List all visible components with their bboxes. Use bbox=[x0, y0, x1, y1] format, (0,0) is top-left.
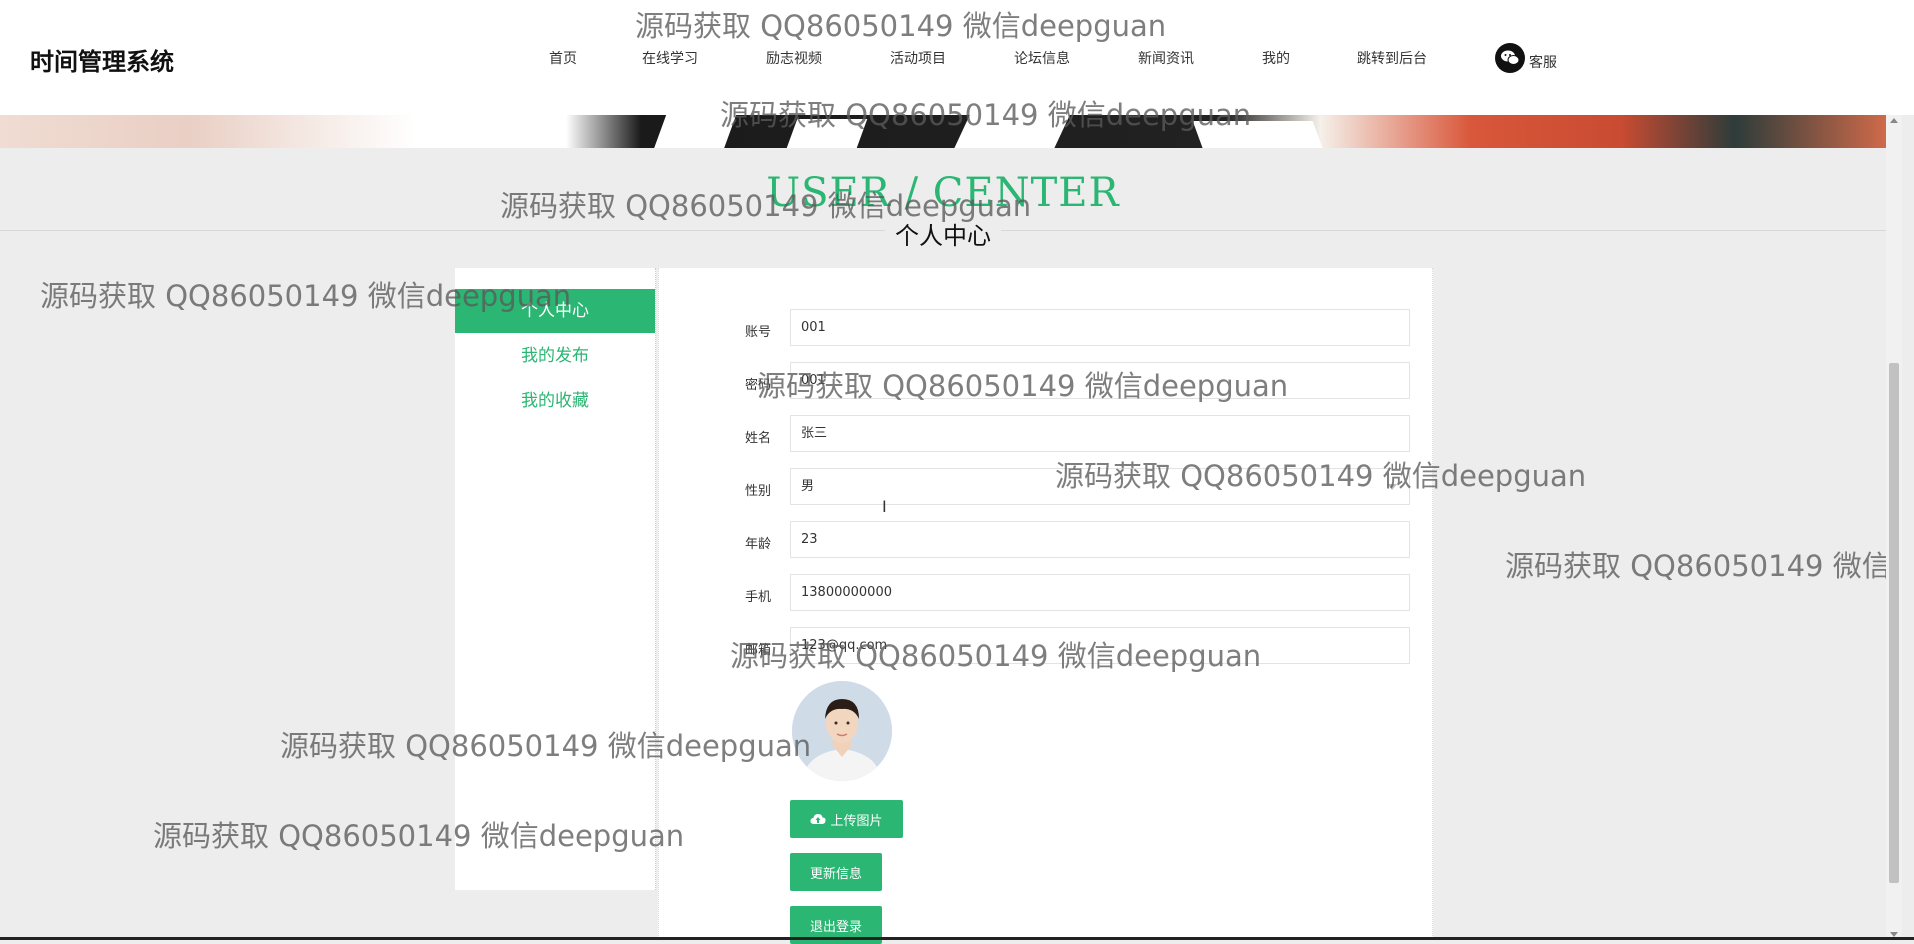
nav-online-learning[interactable]: 在线学习 bbox=[642, 48, 698, 68]
site-brand[interactable]: 时间管理系统 bbox=[30, 42, 174, 77]
form-row-phone: 手机 13800000000 bbox=[659, 574, 1432, 614]
form-row-name: 姓名 张三 bbox=[659, 415, 1432, 455]
section-title-en: USER / CENTER bbox=[766, 170, 1120, 216]
nav-home[interactable]: 首页 bbox=[549, 48, 577, 68]
nav-admin-link[interactable]: 跳转到后台 bbox=[1357, 48, 1427, 68]
customer-service-label: 客服 bbox=[1529, 55, 1557, 71]
form-row-password: 密码 001 bbox=[659, 362, 1432, 402]
phone-field[interactable]: 13800000000 bbox=[790, 574, 1410, 611]
page-scrollbar[interactable] bbox=[1886, 115, 1902, 940]
form-row-email: 邮箱 123@qq.com bbox=[659, 627, 1432, 667]
customer-service[interactable]: 客服 bbox=[1495, 43, 1557, 73]
scroll-up-icon[interactable] bbox=[1890, 118, 1898, 123]
avatar bbox=[792, 681, 892, 781]
age-label: 年龄 bbox=[745, 537, 772, 552]
password-field[interactable]: 001 bbox=[790, 362, 1410, 399]
profile-panel: 账号 001 密码 001 姓名 张三 性别 男 年龄 23 手机 138000… bbox=[658, 268, 1433, 944]
email-field[interactable]: 123@qq.com bbox=[790, 627, 1410, 664]
sidebar-item-personal-center[interactable]: 个人中心 bbox=[455, 289, 655, 333]
gender-label: 性别 bbox=[745, 484, 772, 499]
name-label: 姓名 bbox=[745, 431, 772, 446]
form-row-account: 账号 001 bbox=[659, 309, 1432, 349]
text-cursor-icon: I bbox=[882, 497, 887, 516]
upload-image-button[interactable]: 上传图片 bbox=[790, 800, 903, 838]
email-label: 邮箱 bbox=[745, 643, 772, 658]
nav-activity-projects[interactable]: 活动项目 bbox=[890, 48, 946, 68]
nav-forum[interactable]: 论坛信息 bbox=[1014, 48, 1070, 68]
user-sidebar: 个人中心 我的发布 我的收藏 bbox=[455, 268, 656, 890]
section-title-cn: 个人中心 bbox=[885, 216, 1001, 251]
watermark: 源码获取 QQ86050149 微信deepguan bbox=[1505, 549, 1886, 583]
sidebar-item-my-favorites[interactable]: 我的收藏 bbox=[455, 379, 655, 423]
age-field[interactable]: 23 bbox=[790, 521, 1410, 558]
password-label: 密码 bbox=[745, 378, 772, 393]
sidebar-item-my-posts[interactable]: 我的发布 bbox=[455, 334, 655, 378]
nav-news[interactable]: 新闻资讯 bbox=[1138, 48, 1194, 68]
cloud-upload-icon bbox=[810, 814, 827, 824]
chevron-down-icon bbox=[1387, 484, 1397, 490]
name-field[interactable]: 张三 bbox=[790, 415, 1410, 452]
update-info-button[interactable]: 更新信息 bbox=[790, 853, 882, 891]
wechat-icon bbox=[1495, 43, 1525, 73]
top-header: 时间管理系统 首页 在线学习 励志视频 活动项目 论坛信息 新闻资讯 我的 跳转… bbox=[0, 0, 1914, 115]
phone-label: 手机 bbox=[745, 590, 772, 605]
account-field[interactable]: 001 bbox=[790, 309, 1410, 346]
banner-image bbox=[0, 115, 1886, 148]
gender-value: 男 bbox=[801, 479, 815, 494]
nav-mine[interactable]: 我的 bbox=[1262, 48, 1290, 68]
form-row-gender: 性别 男 bbox=[659, 468, 1432, 508]
account-label: 账号 bbox=[745, 325, 772, 340]
upload-image-label: 上传图片 bbox=[830, 813, 883, 829]
scroll-thumb[interactable] bbox=[1889, 363, 1899, 883]
form-row-age: 年龄 23 bbox=[659, 521, 1432, 561]
nav-motivational-videos[interactable]: 励志视频 bbox=[766, 48, 822, 68]
